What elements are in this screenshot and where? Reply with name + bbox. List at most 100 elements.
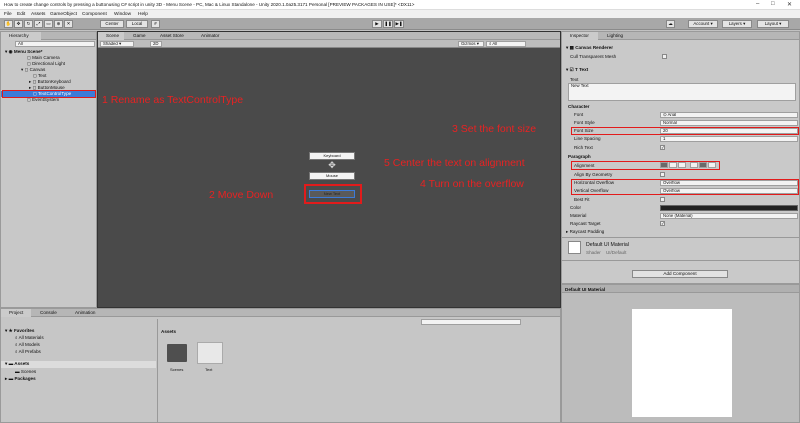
raycast-target-checkbox[interactable]: ✓: [660, 221, 665, 226]
scenes-folder-icon[interactable]: [167, 344, 187, 362]
project-divider: [157, 319, 158, 423]
rect-tool-icon[interactable]: ▭: [44, 20, 53, 28]
tab-lighting[interactable]: Lighting: [599, 32, 633, 40]
text-asset-icon[interactable]: [197, 342, 223, 364]
raycast-padding-foldout[interactable]: ▸ Raycast Padding: [566, 229, 604, 235]
tab-scene[interactable]: Scene: [98, 32, 124, 40]
add-component-button[interactable]: Add Component: [632, 270, 728, 278]
menu-gameobject[interactable]: GameObject: [50, 12, 77, 17]
menu-component[interactable]: Component: [82, 12, 107, 17]
shading-mode-dropdown[interactable]: Shaded ▾: [100, 41, 134, 47]
grid-snap-icon[interactable]: #: [151, 20, 160, 28]
raycast-padding-label: Raycast Padding: [569, 229, 605, 234]
tab-animation[interactable]: Animation: [67, 309, 107, 317]
tab-project-label: Project: [9, 310, 24, 315]
cloud-icon[interactable]: ☁: [666, 20, 675, 28]
favorites-item-label: All Prefabs: [18, 349, 41, 354]
scene-view[interactable]: Scene Game Asset Store Animator Shaded ▾…: [97, 31, 561, 308]
menu-assets[interactable]: Assets: [31, 12, 45, 17]
cull-transparent-checkbox[interactable]: [662, 54, 667, 59]
mouse-game-button[interactable]: Mouse: [309, 172, 355, 180]
gizmos-dropdown[interactable]: Gizmos ▾: [458, 41, 484, 47]
text-component-header[interactable]: ▾ ☑ T Text: [566, 67, 588, 73]
tab-game[interactable]: Game: [125, 32, 151, 40]
tab-hierarchy[interactable]: Hierarchy: [1, 32, 41, 40]
pivot-local-label: Local: [131, 21, 143, 26]
shading-mode-label: Shaded: [103, 41, 118, 46]
project-search-input[interactable]: [421, 319, 521, 325]
maximize-button[interactable]: □: [771, 1, 775, 7]
assets-breadcrumb: Assets: [161, 329, 177, 334]
rotate-tool-icon[interactable]: ↻: [24, 20, 33, 28]
transform-tool-icon[interactable]: ⊕: [54, 20, 63, 28]
tab-project[interactable]: Project: [1, 309, 31, 317]
move-handle-icon[interactable]: ✥: [326, 160, 338, 172]
rich-text-checkbox[interactable]: ✓: [660, 145, 665, 150]
favorites-folder[interactable]: ▾ ★ Favorites: [5, 328, 34, 334]
hierarchy-tab-label: Hierarchy: [9, 33, 29, 38]
tab-inspector[interactable]: Inspector: [562, 32, 598, 40]
packages-folder[interactable]: ▸ ▬ Packages: [5, 376, 36, 382]
custom-tool-icon[interactable]: ✕: [64, 20, 73, 28]
hierarchy-item-label: ButtonKeyboard: [37, 79, 71, 84]
favorites-item[interactable]: ⌕ All Models: [15, 342, 40, 347]
menu-edit[interactable]: Edit: [17, 12, 25, 17]
tab-asset-store[interactable]: Asset Store: [152, 32, 192, 40]
minimize-button[interactable]: –: [756, 1, 759, 7]
scene-root-label: Menu Scene*: [13, 49, 43, 54]
keyboard-button-label: Keyboard: [323, 153, 341, 158]
layers-dropdown[interactable]: Layers ▾: [722, 20, 752, 28]
project-panel: Project Console Animation ▾ ★ Favorites …: [0, 308, 561, 423]
font-value: Arial: [667, 112, 677, 117]
hierarchy-search-input[interactable]: All: [15, 41, 95, 47]
pivot-local-toggle[interactable]: Local: [126, 20, 148, 28]
layers-label: Layers: [728, 21, 742, 26]
tab-console[interactable]: Console: [32, 309, 66, 317]
mode-2d-toggle[interactable]: 2D: [150, 41, 162, 47]
color-swatch[interactable]: [660, 205, 798, 211]
gizmos-label: Gizmos: [461, 41, 476, 46]
favorites-item-label: All Materials: [18, 335, 44, 340]
scenes-folder[interactable]: ▬ Scenes: [15, 369, 36, 374]
move-tool-icon[interactable]: ✥: [14, 20, 23, 28]
pause-icon[interactable]: ❚❚: [383, 20, 393, 28]
scene-search-input[interactable]: ⌕ All: [486, 41, 526, 47]
mode-2d-label: 2D: [153, 41, 159, 46]
assets-folder[interactable]: ▾ ▬ Assets: [1, 361, 156, 368]
tab-scene-label: Scene: [106, 33, 120, 38]
keyboard-game-button[interactable]: Keyboard: [309, 152, 355, 160]
layout-dropdown[interactable]: Layout ▾: [757, 20, 789, 28]
pivot-center-toggle[interactable]: Center: [100, 20, 124, 28]
shader-value: UI/Default: [605, 250, 627, 255]
material-field[interactable]: None (Material): [660, 213, 798, 219]
line-spacing-value: 1: [663, 136, 666, 141]
annotation-move-down: 2 Move Down: [209, 189, 274, 201]
favorites-item[interactable]: ⌕ All Prefabs: [15, 349, 41, 354]
menu-help[interactable]: Help: [138, 12, 148, 17]
hand-tool-icon[interactable]: ✋: [4, 20, 13, 28]
assets-folder-label: Assets: [14, 361, 30, 366]
favorites-item[interactable]: ⌕ All Materials: [15, 335, 44, 340]
menu-window[interactable]: Window: [114, 12, 131, 17]
text-content-input[interactable]: New Text: [568, 83, 796, 101]
tab-animator-label: Animator: [201, 33, 220, 38]
font-style-dropdown[interactable]: Normal: [660, 120, 798, 126]
align-geometry-checkbox[interactable]: [660, 172, 665, 177]
raycast-target-label: Raycast Target: [570, 221, 601, 226]
font-size-highlight-box: [571, 127, 799, 135]
menu-file[interactable]: File: [4, 12, 12, 17]
tab-asset-store-label: Asset Store: [160, 33, 184, 38]
account-dropdown[interactable]: Account ▾: [688, 20, 718, 28]
canvas-renderer-header[interactable]: ▾ ▦ Canvas Renderer: [566, 45, 613, 51]
font-style-value: Normal: [663, 120, 677, 125]
close-button[interactable]: ✕: [787, 1, 792, 8]
scale-tool-icon[interactable]: ⤢: [34, 20, 43, 28]
cull-transparent-label: Cull Transparent Mesh: [570, 54, 617, 59]
step-icon[interactable]: ▶❚: [394, 20, 404, 28]
best-fit-checkbox[interactable]: [660, 197, 665, 202]
hierarchy-search-placeholder: All: [18, 41, 23, 46]
line-spacing-input[interactable]: 1: [660, 136, 798, 142]
font-field[interactable]: ⊙ Arial: [660, 112, 798, 118]
play-icon[interactable]: ▶: [372, 20, 382, 28]
tab-animator[interactable]: Animator: [193, 32, 229, 40]
